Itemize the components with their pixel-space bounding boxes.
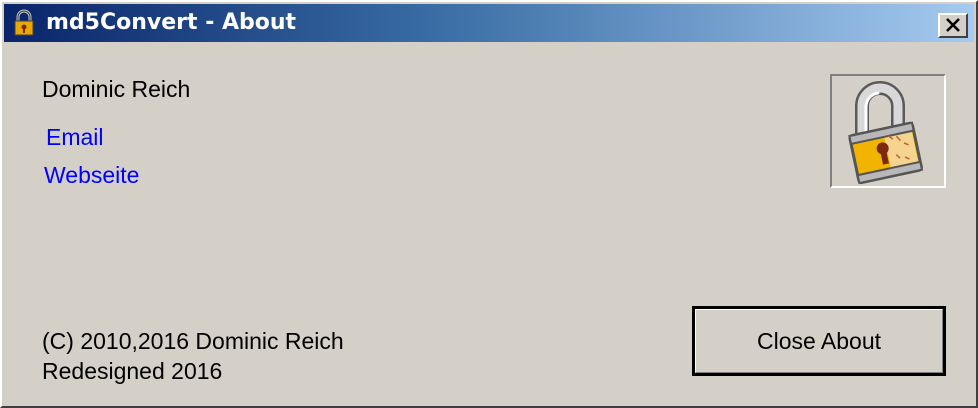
close-about-button[interactable]: Close About bbox=[692, 306, 946, 376]
copyright-text: (C) 2010,2016 Dominic Reich bbox=[42, 328, 344, 354]
app-logo bbox=[830, 74, 946, 188]
window-title: md5Convert - About bbox=[46, 10, 297, 35]
email-link[interactable]: Email bbox=[46, 124, 104, 151]
close-window-button[interactable] bbox=[938, 13, 968, 38]
about-window: md5Convert - About Dominic Reich Email W… bbox=[0, 0, 978, 408]
redesigned-text: Redesigned 2016 bbox=[42, 358, 223, 384]
padlock-icon bbox=[10, 9, 38, 37]
title-bar[interactable]: md5Convert - About bbox=[4, 4, 974, 42]
padlock-icon bbox=[848, 81, 924, 185]
website-link[interactable]: Webseite bbox=[44, 162, 139, 189]
close-about-label: Close About bbox=[756, 327, 882, 354]
author-name: Dominic Reich bbox=[42, 76, 191, 102]
close-icon bbox=[946, 18, 960, 32]
